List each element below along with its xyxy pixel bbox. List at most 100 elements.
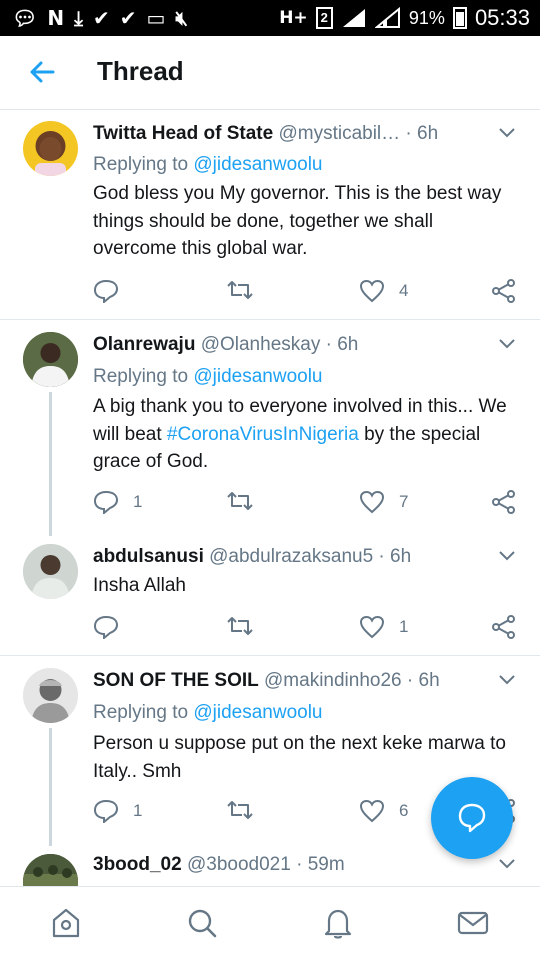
n-app-icon: N [47,6,65,30]
handle: @Olanheskay · 6h [200,334,359,355]
back-arrow-icon[interactable] [26,56,58,88]
like-count: 6 [399,801,409,820]
thread-connector [49,728,52,846]
tweet-actions: 1 7 [93,490,523,516]
tweet-3[interactable]: abdulsanusi @abdulrazaksanu5 · 6h Insha … [0,536,540,654]
like-button[interactable]: 1 [359,615,408,639]
retweet-icon [227,801,253,819]
avatar[interactable] [23,332,78,387]
sim-indicator: 2 [315,7,333,29]
tweet-header: 3bood_02 @3bood021 · 59m [93,854,484,876]
display-name[interactable]: SON OF THE SOIL [93,670,259,691]
notifications-icon[interactable] [320,905,356,941]
tweet-actions: 4 [93,279,523,305]
retweet-icon [227,617,253,635]
status-system-icons: H+ 2 91% 05:33 [279,6,530,30]
replying-to: Replying to @jidesanwoolu [93,154,323,175]
battery-percent: 91% [408,8,445,28]
chevron-down-icon[interactable] [498,338,516,350]
like-count: 4 [399,281,409,300]
reply-to-link[interactable]: @jidesanwoolu [193,702,322,723]
signal-icon [342,9,365,27]
tweet-header: Olanrewaju @Olanheskay · 6h [93,334,484,356]
tweet-2[interactable]: Olanrewaju @Olanheskay · 6h Replying to … [0,320,540,536]
chevron-down-icon[interactable] [498,858,516,870]
tweet-text: Insha Allah [93,575,186,596]
reply-count: 1 [133,492,143,511]
retweet-icon [227,281,253,299]
heart-icon [359,490,385,514]
page-title: Thread [97,56,184,86]
like-count: 1 [399,617,409,636]
heart-icon [359,279,385,303]
retweet-button[interactable] [226,279,254,301]
retweet-button[interactable] [226,799,254,821]
tweet-header: Twitta Head of State @mysticabil… · 6h [93,123,484,145]
reply-bubble-icon [458,803,486,833]
share-button[interactable] [491,490,517,514]
top-bar: Thread [0,36,540,110]
network-type: H+ [279,8,308,28]
handle: @3bood021 · 59m [186,854,345,875]
tweet-header: SON OF THE SOIL @makindinho26 · 6h [93,670,484,692]
avatar[interactable] [23,668,78,723]
reply-button[interactable] [93,615,133,639]
clock: 05:33 [474,5,530,30]
reply-icon [93,615,119,639]
chevron-down-icon[interactable] [498,550,516,562]
share-button[interactable] [491,279,517,303]
replying-to: Replying to @jidesanwoolu [93,366,323,387]
avatar[interactable] [23,121,78,176]
retweet-button[interactable] [226,490,254,512]
chevron-down-icon[interactable] [498,127,516,139]
thread-connector [49,392,52,536]
tweet-header: abdulsanusi @abdulrazaksanu5 · 6h [93,546,484,568]
handle: @makindinho26 · 6h [264,670,440,691]
display-name[interactable]: Olanrewaju [93,334,195,355]
reply-icon [93,799,119,823]
avatar[interactable] [23,544,78,599]
home-icon[interactable] [48,905,84,941]
tweet-actions: 1 [93,615,523,641]
retweet-icon [227,492,253,510]
tweet-text: God bless you My governor. This is the b… [93,183,502,259]
cast-icon: ▭ [146,6,166,30]
display-name[interactable]: 3bood_02 [93,854,182,875]
like-button[interactable]: 6 [359,799,408,823]
like-button[interactable]: 7 [359,490,408,514]
messages-icon[interactable] [455,905,491,941]
check-download-icon: ✔ [92,6,110,30]
reply-button[interactable]: 1 [93,490,142,514]
compose-reply-button[interactable] [431,777,513,859]
check-download-icon-2: ✔ [119,6,137,30]
chevron-down-icon[interactable] [498,674,516,686]
tweet-text: A big thank you to everyone involved in … [93,396,507,472]
reply-button[interactable]: 1 [93,799,142,823]
reply-to-link[interactable]: @jidesanwoolu [193,366,322,387]
share-button[interactable] [491,615,517,639]
heart-icon [359,799,385,823]
status-notification-icons: 💬︎ N ⤓ ✔ ✔ ▭ 🔇︎ [12,6,188,30]
like-button[interactable]: 4 [359,279,408,303]
status-bar: 💬︎ N ⤓ ✔ ✔ ▭ 🔇︎ H+ 2 91% 05:33 [0,0,540,36]
tweet-1[interactable]: Twitta Head of State @mysticabil… · 6h R… [0,111,540,319]
reply-to-link[interactable]: @jidesanwoolu [193,154,322,175]
share-icon [492,490,515,514]
replying-to: Replying to @jidesanwoolu [93,702,323,723]
reply-count: 1 [133,801,143,820]
download-icon: ⤓ [74,6,83,30]
share-icon [492,615,515,639]
like-count: 7 [399,492,409,511]
display-name[interactable]: Twitta Head of State [93,123,273,144]
bottom-navigation [0,886,540,960]
retweet-button[interactable] [226,615,254,637]
reply-button[interactable] [93,279,133,303]
chat-icon: 💬︎ [12,6,38,30]
search-icon[interactable] [184,905,220,941]
avatar[interactable] [23,854,78,886]
mute-icon: 🔇︎ [175,6,189,30]
reply-icon [93,279,119,303]
share-icon [492,279,515,303]
hashtag-link[interactable]: #CoronaVirusInNigeria [167,424,359,445]
display-name[interactable]: abdulsanusi [93,546,204,567]
